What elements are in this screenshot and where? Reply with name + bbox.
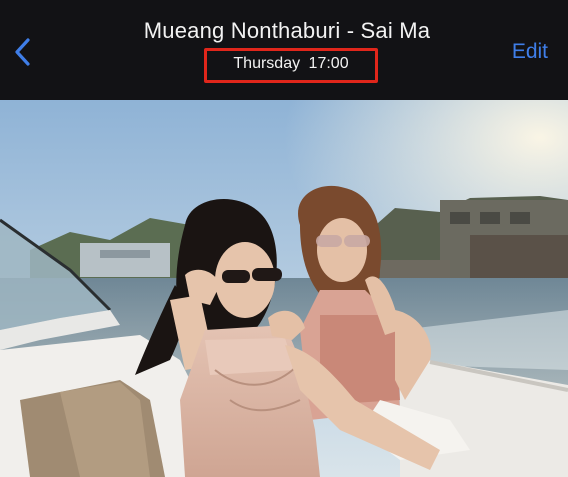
edit-button[interactable]: Edit — [512, 40, 548, 64]
location-title: Mueang Nonthaburi - Sai Ma — [143, 18, 431, 43]
navigation-bar: Mueang Nonthaburi - Sai Ma Thursday 17:0… — [0, 0, 568, 100]
photo — [0, 100, 568, 477]
photo-viewer-screen: Mueang Nonthaburi - Sai Ma Thursday 17:0… — [0, 0, 568, 477]
date-time-label: Thursday 17:00 — [233, 55, 349, 72]
